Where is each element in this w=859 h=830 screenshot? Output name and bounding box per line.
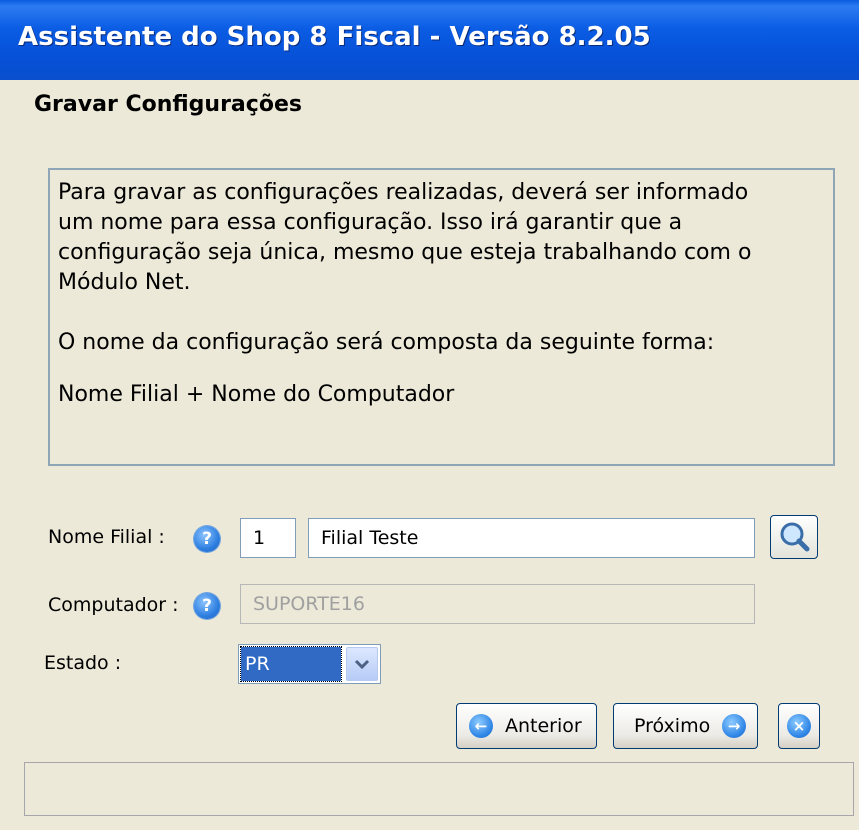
computador-help-icon[interactable]: ?	[194, 593, 220, 619]
close-icon: ×	[787, 714, 811, 738]
info-paragraph-2: O nome da configuração será composta da …	[58, 330, 715, 355]
estado-dropdown-button[interactable]	[346, 647, 378, 681]
status-bar	[24, 762, 854, 816]
info-paragraph-1: Para gravar as configurações realizadas,…	[58, 180, 752, 295]
page-title: Gravar Configurações	[34, 92, 302, 117]
filial-code-input[interactable]: 1	[240, 518, 296, 558]
window-title: Assistente do Shop 8 Fiscal - Versão 8.2…	[18, 22, 651, 52]
filial-label: Nome Filial :	[48, 526, 165, 548]
computador-field: SUPORTE16	[240, 584, 755, 624]
magnifier-icon	[780, 522, 810, 552]
proximo-button[interactable]: Próximo →	[613, 703, 758, 749]
arrow-left-icon: ←	[469, 714, 493, 738]
proximo-label: Próximo	[634, 715, 711, 737]
arrow-right-icon: →	[722, 714, 746, 738]
info-paragraph-3: Nome Filial + Nome do Computador	[58, 382, 455, 407]
estado-select[interactable]: PR	[238, 644, 381, 684]
filial-name-input[interactable]: Filial Teste	[308, 518, 755, 558]
estado-label: Estado :	[44, 652, 122, 674]
chevron-down-icon	[354, 659, 370, 670]
anterior-button[interactable]: ← Anterior	[456, 703, 597, 749]
info-panel: Para gravar as configurações realizadas,…	[48, 168, 835, 466]
filial-help-icon[interactable]: ?	[194, 526, 220, 552]
computador-label: Computador :	[48, 594, 179, 616]
estado-selected-value: PR	[240, 646, 342, 682]
title-bar[interactable]: Assistente do Shop 8 Fiscal - Versão 8.2…	[0, 0, 859, 80]
search-filial-button[interactable]	[770, 515, 818, 559]
anterior-label: Anterior	[505, 715, 582, 737]
close-button[interactable]: ×	[778, 703, 820, 749]
